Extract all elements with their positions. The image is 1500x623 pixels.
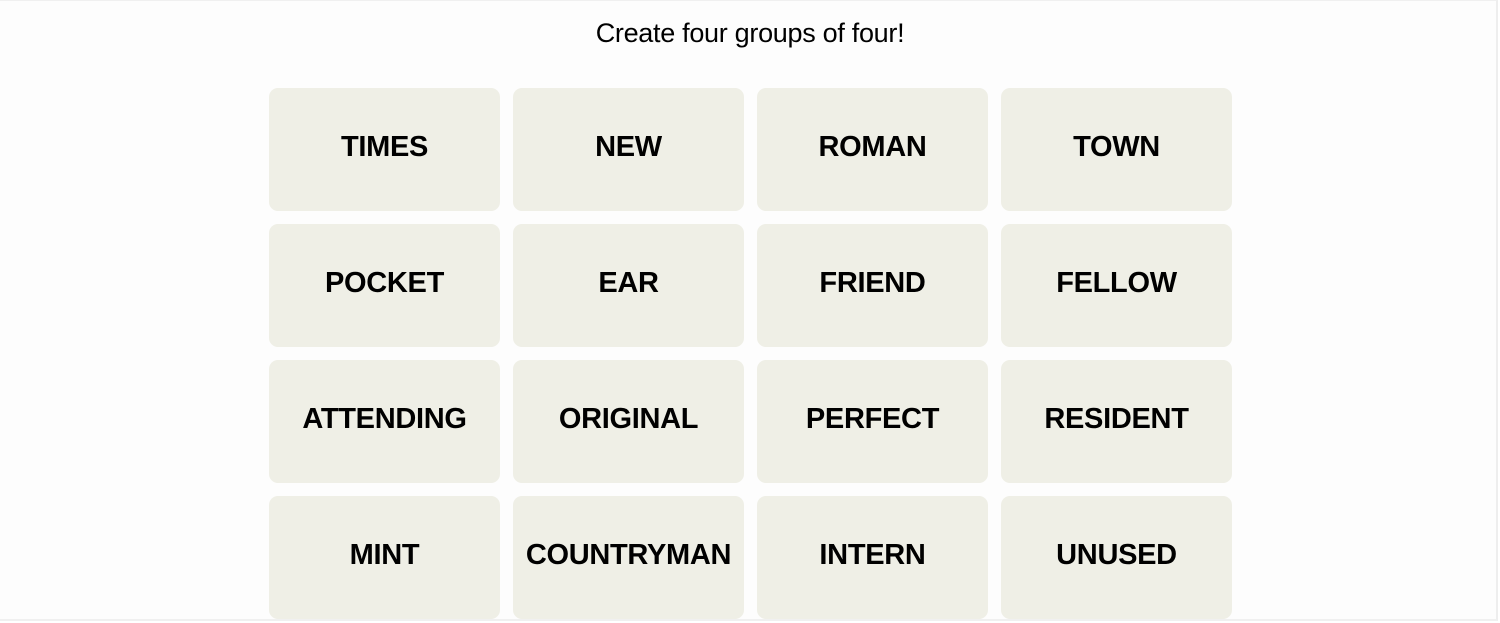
word-tile[interactable]: POCKET bbox=[269, 224, 500, 347]
word-tile[interactable]: RESIDENT bbox=[1001, 360, 1232, 483]
word-tile[interactable]: INTERN bbox=[757, 496, 988, 619]
word-tile[interactable]: UNUSED bbox=[1001, 496, 1232, 619]
word-tile[interactable]: FELLOW bbox=[1001, 224, 1232, 347]
word-tile[interactable]: MINT bbox=[269, 496, 500, 619]
word-tile[interactable]: EAR bbox=[513, 224, 744, 347]
word-tile[interactable]: COUNTRYMAN bbox=[513, 496, 744, 619]
word-tile[interactable]: ATTENDING bbox=[269, 360, 500, 483]
word-tile[interactable]: PERFECT bbox=[757, 360, 988, 483]
word-tile[interactable]: TIMES bbox=[269, 88, 500, 211]
word-tile[interactable]: TOWN bbox=[1001, 88, 1232, 211]
word-tile[interactable]: ROMAN bbox=[757, 88, 988, 211]
word-tile[interactable]: NEW bbox=[513, 88, 744, 211]
word-tile[interactable]: ORIGINAL bbox=[513, 360, 744, 483]
word-grid: TIMES NEW ROMAN TOWN POCKET EAR FRIEND F… bbox=[269, 88, 1232, 619]
instructions-text: Create four groups of four! bbox=[595, 18, 905, 48]
word-tile[interactable]: FRIEND bbox=[757, 224, 988, 347]
